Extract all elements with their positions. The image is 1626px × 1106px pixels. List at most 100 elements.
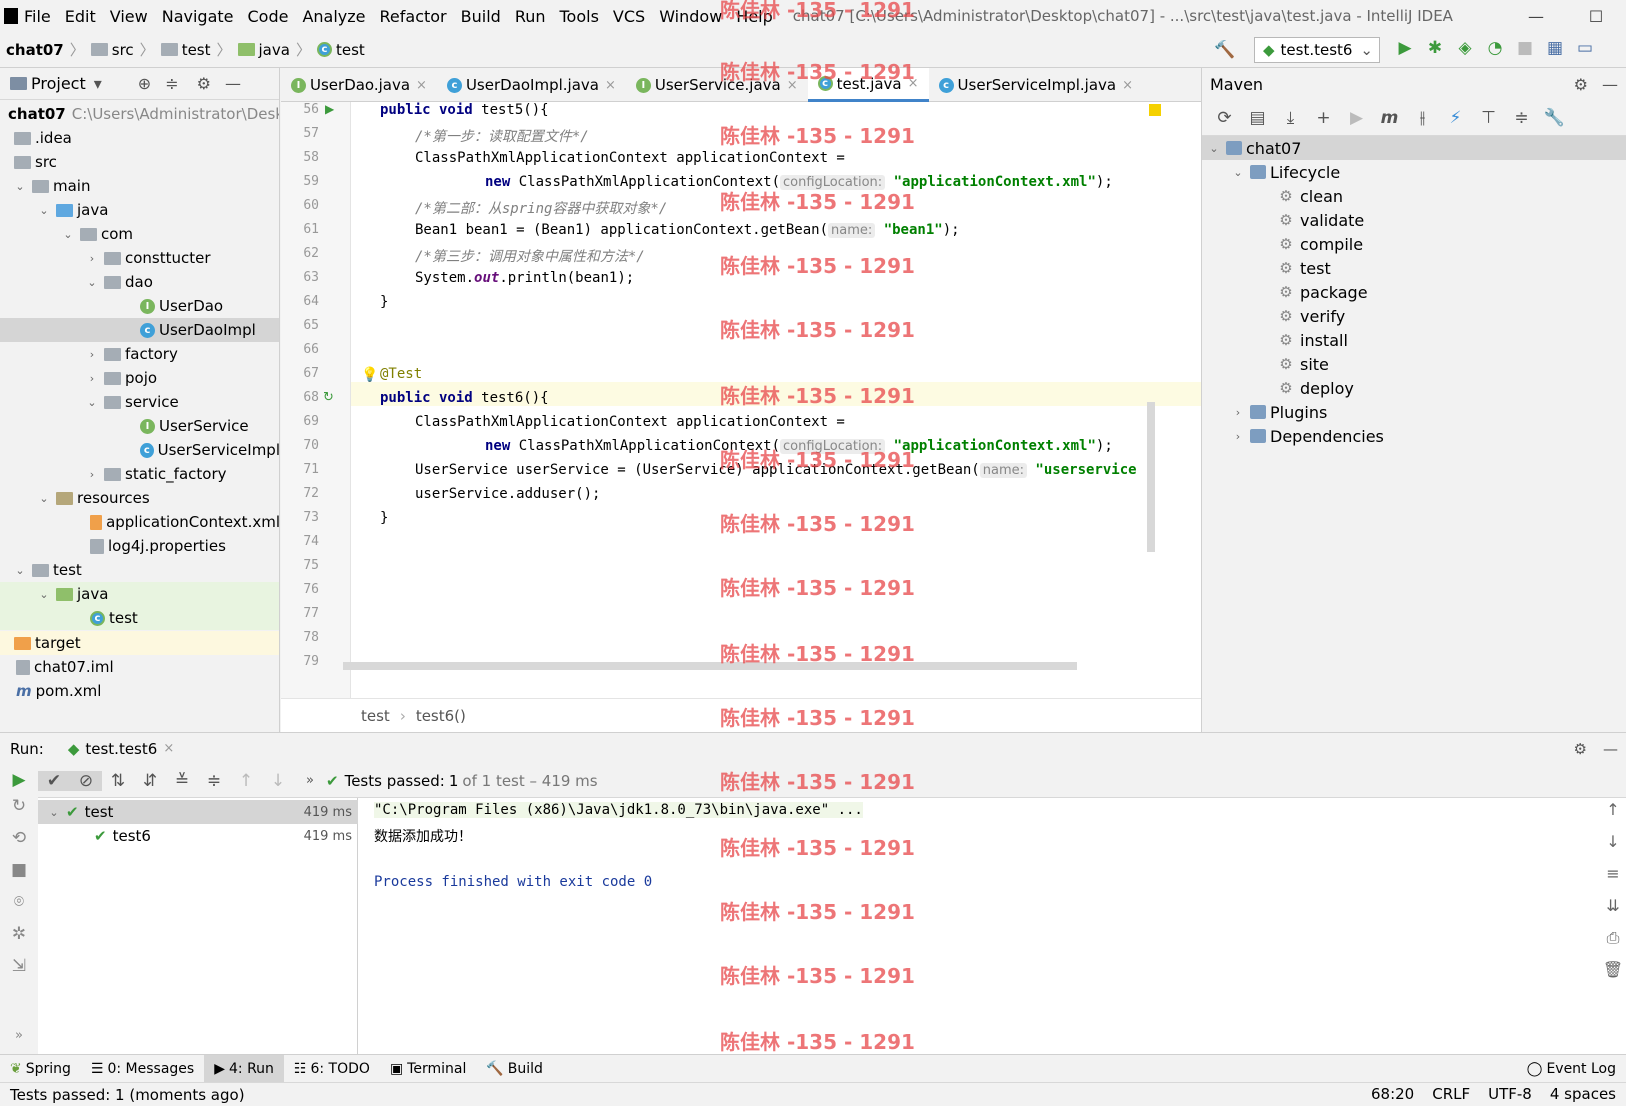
- breadcrumb-class[interactable]: test: [361, 707, 390, 725]
- tab-userdaoimpl[interactable]: c UserDaoImpl.java ×: [437, 68, 626, 102]
- soft-wrap-icon[interactable]: ≡: [1600, 864, 1626, 896]
- menu-edit[interactable]: Edit: [65, 7, 96, 26]
- coverage-icon[interactable]: ◈: [1450, 38, 1480, 58]
- toolwindow-spring[interactable]: ❦ Spring: [0, 1055, 81, 1083]
- crumb-java[interactable]: java: [259, 41, 290, 59]
- code-editor[interactable]: 56 57 58 59 60 61 62 63 64 65 66 67 68 6…: [281, 102, 1201, 698]
- tree-node-userdao[interactable]: I UserDao: [0, 294, 279, 318]
- tree-node-log4j[interactable]: log4j.properties: [0, 534, 279, 558]
- run-icon[interactable]: ▶: [1390, 38, 1420, 58]
- tab-userserviceimpl[interactable]: c UserServiceImpl.java ×: [929, 68, 1143, 102]
- stop-icon[interactable]: ■: [1510, 38, 1540, 58]
- show-passed-icon[interactable]: ✔: [38, 770, 70, 791]
- collapse-icon[interactable]: ≑: [165, 74, 178, 93]
- maven-goal-verify[interactable]: ⚙ verify: [1202, 304, 1626, 328]
- close-icon[interactable]: ×: [1122, 78, 1133, 93]
- sort-duration-icon[interactable]: ⇵: [134, 771, 166, 791]
- tree-node-main[interactable]: ⌄ main: [0, 174, 279, 198]
- maven-goal-clean[interactable]: ⚙ clean: [1202, 184, 1626, 208]
- horizontal-scrollbar[interactable]: [343, 662, 1077, 670]
- rerun-icon[interactable]: ▶: [0, 764, 38, 796]
- clear-icon[interactable]: 🗑: [1600, 960, 1626, 992]
- tree-node-main-java[interactable]: ⌄ java: [0, 198, 279, 222]
- test-node-suite[interactable]: ⌄ ✔ test 419 ms: [38, 800, 358, 824]
- toolwindow-terminal[interactable]: ▣ Terminal: [380, 1055, 476, 1083]
- tree-node-iml[interactable]: chat07.iml: [0, 655, 279, 679]
- menu-vcs[interactable]: VCS: [613, 7, 645, 26]
- profile-icon[interactable]: ◔: [1480, 38, 1510, 58]
- menu-refactor[interactable]: Refactor: [380, 7, 447, 26]
- test-node-test6[interactable]: ✔ test6 419 ms: [38, 824, 358, 848]
- inspection-status-icon[interactable]: [1149, 104, 1161, 116]
- more-icon[interactable]: »: [294, 773, 326, 788]
- close-icon[interactable]: ×: [416, 78, 427, 93]
- maven-goal-package[interactable]: ⚙ package: [1202, 280, 1626, 304]
- tree-node-pojo[interactable]: › pojo: [0, 366, 279, 390]
- tree-node-userservice[interactable]: I UserService: [0, 414, 279, 438]
- next-failed-icon[interactable]: ↓: [262, 771, 294, 791]
- run-gutter-icon[interactable]: ▶: [325, 102, 334, 116]
- project-panel-title[interactable]: Project: [31, 74, 86, 93]
- toggle-auto-test-icon[interactable]: ⟲: [0, 828, 38, 860]
- run-icon[interactable]: ▶: [1340, 108, 1373, 128]
- tree-node-consttucter[interactable]: › consttucter: [0, 246, 279, 270]
- hide-icon[interactable]: —: [1603, 740, 1618, 758]
- maven-goal-compile[interactable]: ⚙ compile: [1202, 232, 1626, 256]
- menu-window[interactable]: Window: [659, 7, 722, 26]
- stop-icon[interactable]: ■: [0, 860, 38, 892]
- menu-code[interactable]: Code: [248, 7, 289, 26]
- print-icon[interactable]: ⎙: [1600, 928, 1626, 960]
- download-icon[interactable]: ⤓: [1274, 108, 1307, 128]
- maven-goal-test[interactable]: ⚙ test: [1202, 256, 1626, 280]
- reload-icon[interactable]: ⟳: [1208, 108, 1241, 128]
- collapse-all-icon[interactable]: ≑: [198, 771, 230, 791]
- close-icon[interactable]: ×: [163, 741, 174, 756]
- maven-lifecycle-node[interactable]: ⌄ Lifecycle: [1202, 160, 1626, 184]
- run-tab[interactable]: test.test6: [85, 740, 157, 758]
- hide-icon[interactable]: —: [225, 74, 241, 93]
- maven-goal-validate[interactable]: ⚙ validate: [1202, 208, 1626, 232]
- tab-test[interactable]: c test.java ×: [807, 68, 929, 102]
- indent-setting[interactable]: 4 spaces: [1550, 1085, 1616, 1103]
- maven-dependencies-node[interactable]: › Dependencies: [1202, 424, 1626, 448]
- tree-node-test-class[interactable]: c test: [0, 606, 279, 630]
- show-dependencies-icon[interactable]: ⊤: [1472, 108, 1505, 128]
- caret-position[interactable]: 68:20: [1371, 1085, 1414, 1103]
- console-output[interactable]: "C:\Program Files (x86)\Java\jdk1.8.0_73…: [358, 798, 1626, 1054]
- tree-node-resources[interactable]: ⌄ resources: [0, 486, 279, 510]
- skip-tests-icon[interactable]: ⚡: [1439, 108, 1472, 128]
- tree-node-idea[interactable]: .idea: [0, 126, 279, 150]
- menu-file[interactable]: File: [24, 7, 51, 26]
- toolwindow-event-log[interactable]: ◯ Event Log: [1517, 1055, 1626, 1083]
- vertical-scrollbar[interactable]: [1147, 402, 1155, 552]
- settings-icon[interactable]: ✲: [0, 924, 38, 956]
- tree-node-pom[interactable]: m pom.xml: [0, 679, 279, 703]
- close-icon[interactable]: ×: [787, 78, 798, 93]
- gear-icon[interactable]: ⚙: [197, 74, 211, 93]
- run-passed-gutter-icon[interactable]: ↻: [323, 390, 334, 405]
- tree-node-service[interactable]: ⌄ service: [0, 390, 279, 414]
- maven-project-node[interactable]: ⌄ chat07: [1202, 136, 1626, 160]
- tree-node-test[interactable]: ⌄ test: [0, 558, 279, 582]
- tree-node-src[interactable]: src: [0, 150, 279, 174]
- lightbulb-icon[interactable]: 💡: [361, 367, 378, 383]
- breadcrumb-method[interactable]: test6(): [416, 707, 466, 725]
- tree-node-root[interactable]: chat07 C:\Users\Administrator\Deskt: [0, 102, 279, 126]
- status-message[interactable]: Tests passed: 1 (moments ago): [10, 1086, 245, 1104]
- tree-node-com[interactable]: ⌄ com: [0, 222, 279, 246]
- maven-plugins-node[interactable]: › Plugins: [1202, 400, 1626, 424]
- toolwindow-build[interactable]: 🔨 Build: [476, 1055, 553, 1083]
- maven-goal-site[interactable]: ⚙ site: [1202, 352, 1626, 376]
- toolwindow-run[interactable]: ▶ 4: Run: [204, 1054, 284, 1083]
- tree-node-test-java[interactable]: ⌄ java: [0, 582, 279, 606]
- tree-node-factory[interactable]: › factory: [0, 342, 279, 366]
- crumb-test[interactable]: test: [182, 41, 211, 59]
- menu-help[interactable]: Help: [736, 7, 772, 26]
- menu-navigate[interactable]: Navigate: [162, 7, 234, 26]
- tab-userdao[interactable]: I UserDao.java ×: [281, 68, 437, 102]
- generate-sources-icon[interactable]: ▤: [1241, 108, 1274, 128]
- scroll-up-icon[interactable]: ↑: [1600, 800, 1626, 832]
- project-structure-icon[interactable]: ▦: [1540, 38, 1570, 58]
- tree-node-appcontext-xml[interactable]: applicationContext.xml: [0, 510, 279, 534]
- gear-icon[interactable]: ⚙: [1574, 75, 1588, 94]
